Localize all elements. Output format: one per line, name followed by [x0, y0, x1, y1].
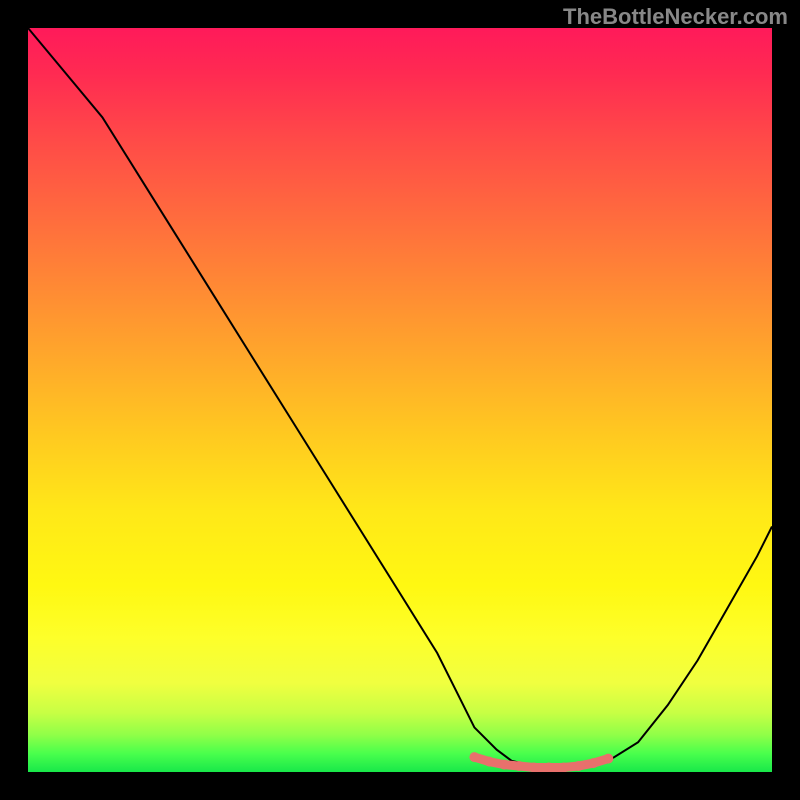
- watermark-text: TheBottleNecker.com: [563, 4, 788, 30]
- marker-dot: [588, 758, 598, 768]
- marker-dot: [499, 760, 509, 770]
- marker-dot: [469, 752, 479, 762]
- marker-dot: [603, 754, 613, 764]
- marker-dot: [484, 757, 494, 767]
- marker-dot: [514, 761, 524, 771]
- marker-band-path: [474, 757, 608, 767]
- marker-band: [469, 752, 613, 772]
- chart-svg: [28, 28, 772, 772]
- bottleneck-curve: [28, 28, 772, 768]
- marker-dot: [574, 761, 584, 771]
